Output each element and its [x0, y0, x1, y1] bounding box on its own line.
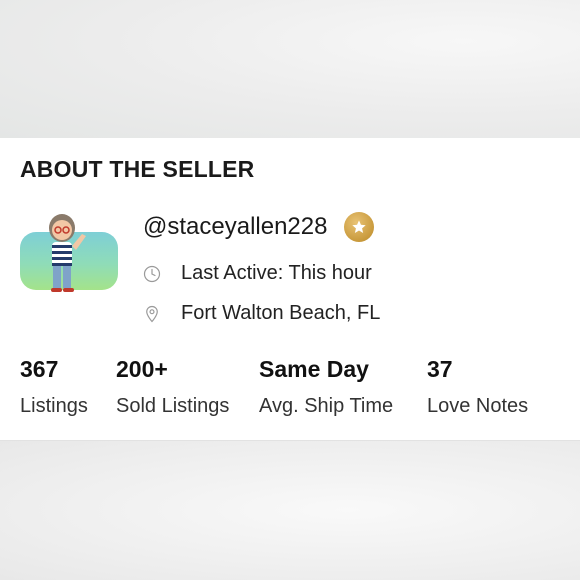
last-active-text: Last Active: This hour: [181, 262, 372, 284]
seller-avatar[interactable]: [20, 208, 118, 306]
section-title: ABOUT THE SELLER: [20, 156, 255, 182]
stat-sold-listings[interactable]: 200+ Sold Listings: [116, 356, 229, 418]
stat-ship-time: Same Day Avg. Ship Time: [259, 356, 393, 418]
location-text: Fort Walton Beach, FL: [181, 302, 381, 324]
stat-label: Avg. Ship Time: [259, 395, 394, 417]
stat-value: 37: [427, 356, 453, 382]
stat-label: Sold Listings: [116, 395, 230, 417]
background-top: [0, 0, 580, 138]
stat-listings[interactable]: 367 Listings: [20, 356, 88, 418]
seller-username-link[interactable]: @staceyallen228: [143, 213, 327, 241]
stat-label: Love Notes: [427, 395, 529, 417]
location-pin-icon: [143, 305, 161, 323]
stat-love-notes[interactable]: 37 Love Notes: [427, 356, 528, 418]
stat-label: Listings: [20, 395, 88, 417]
star-badge-icon: [344, 212, 374, 242]
last-active-row: Last Active: This hour: [143, 262, 372, 285]
stat-value: 200+: [116, 356, 168, 382]
clock-icon: [143, 265, 161, 283]
stat-value: 367: [20, 356, 59, 382]
location-row: Fort Walton Beach, FL: [143, 302, 380, 325]
about-seller-card: ABOUT THE SELLER @staceyallen228 Last Ac…: [0, 138, 580, 441]
background-bottom: [0, 440, 580, 580]
stat-value: Same Day: [259, 356, 369, 382]
